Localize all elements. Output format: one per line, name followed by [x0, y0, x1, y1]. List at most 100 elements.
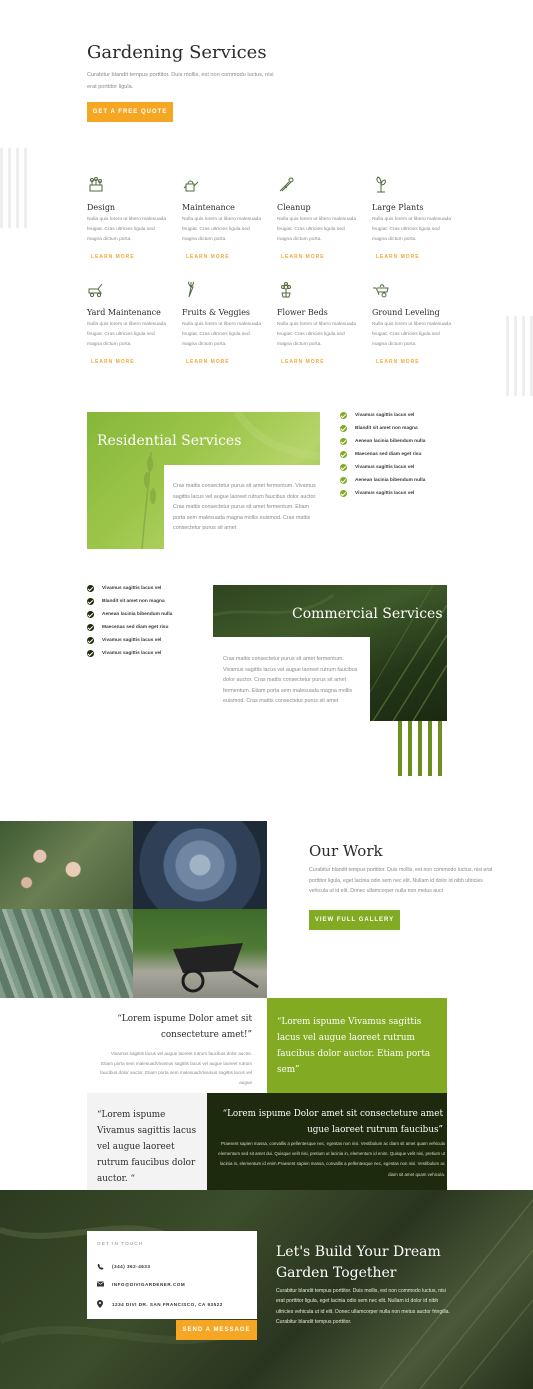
learn-more-link[interactable]: LEARN MORE — [186, 359, 230, 365]
service-title: Maintenance — [182, 203, 235, 212]
service-text: Nulla quis lorem ut libero malesuada feu… — [277, 217, 357, 242]
check-icon — [340, 451, 347, 458]
contact-email-row[interactable]: INFO@DIVIGARDENER.COM — [97, 1281, 185, 1287]
list-item: Vivamus sagittis lacus vel — [340, 487, 490, 500]
list-item: Vivamus sagittis lacus vel — [87, 647, 207, 660]
gallery-image-cactus[interactable] — [0, 909, 133, 998]
list-item: Maecenas sed diam eget risu — [87, 621, 207, 634]
list-item: Vivamus sagittis lacus vel — [87, 634, 207, 647]
residential-text: Cras mattis consectetur purus sit amet f… — [173, 483, 317, 531]
learn-more-link[interactable]: LEARN MORE — [281, 254, 325, 260]
check-icon — [340, 490, 347, 497]
carrot-icon — [188, 281, 194, 298]
map-pin-icon — [97, 1300, 103, 1308]
check-icon — [340, 412, 347, 419]
cta-background — [0, 1190, 533, 1389]
decorative-stripes-left — [0, 148, 30, 228]
testimonial-2: “Lorem ispume Vivamus sagittis lacus vel… — [267, 998, 447, 1093]
learn-more-link[interactable]: LEARN MORE — [376, 359, 420, 365]
learn-more-link[interactable]: LEARN MORE — [186, 254, 230, 260]
testimonial-3: “Lorem ispume Vivamus sagittis lacus vel… — [87, 1093, 207, 1190]
contact-phone-row[interactable]: (344) 362-4633 — [97, 1263, 150, 1270]
testimonial-4: “Lorem ispume Dolor amet sit consectetur… — [207, 1093, 447, 1190]
learn-more-link[interactable]: LEARN MORE — [91, 254, 135, 260]
gardening-tools-icon — [89, 177, 103, 192]
service-text: Nulla quis lorem ut libero malesuada feu… — [372, 322, 452, 347]
list-item: Aenean lacinia bibendum nulla — [340, 474, 490, 487]
service-title: Fruits & Veggies — [182, 308, 251, 317]
gallery-image-flowers[interactable] — [0, 821, 133, 909]
testimonial-quote: “Lorem ispume Dolor amet sit consectetur… — [117, 1014, 252, 1040]
service-text: Nulla quis lorem ut libero malesuada feu… — [87, 322, 167, 347]
residential-checklist: Vivamus sagittis lacus vel Blandit sit a… — [340, 409, 490, 500]
decorative-green-stripes — [398, 721, 446, 776]
commercial-text: Cras mattis consectetur purus sit amet f… — [223, 656, 358, 704]
check-icon — [87, 624, 94, 631]
testimonial-text: Vivamus sagittis lacus vel augue laoreet… — [100, 1051, 252, 1085]
learn-more-link[interactable]: LEARN MORE — [281, 359, 325, 365]
contact-email: INFO@DIVIGARDENER.COM — [112, 1281, 186, 1287]
residential-title: Residential Services — [97, 433, 242, 449]
list-item: Vivamus sagittis lacus vel — [340, 409, 490, 422]
check-icon — [87, 650, 94, 657]
service-title: Yard Maintenance — [87, 308, 161, 317]
service-title: Flower Beds — [277, 308, 328, 317]
testimonial-1: “Lorem ispume Dolor amet sit consectetur… — [100, 1011, 252, 1087]
phone-icon — [97, 1263, 104, 1270]
wheelbarrow-icon — [373, 284, 389, 298]
contact-address-row[interactable]: 1234 DIVI DR. SAN FRANCISCO, CA 93522 — [97, 1300, 223, 1308]
page-title: Gardening Services — [87, 42, 267, 63]
service-card-maintenance: Maintenance Nulla quis lorem ut libero m… — [182, 172, 267, 267]
our-work-text: Curabitur blandit tempus porttitor. Duis… — [309, 867, 493, 894]
gallery-image-wheelbarrow[interactable] — [133, 909, 267, 998]
check-icon — [340, 425, 347, 432]
cta-text: Curabitur blandit tempus porttitor. Duis… — [276, 1288, 450, 1325]
lawnmower-icon — [88, 283, 103, 298]
watering-can-icon — [183, 180, 199, 192]
check-icon — [87, 598, 94, 605]
gallery-image-succulent[interactable] — [133, 821, 267, 909]
decorative-stripes-right — [506, 316, 533, 396]
flower-icon — [281, 282, 291, 298]
contact-address: 1234 DIVI DR. SAN FRANCISCO, CA 93522 — [112, 1301, 223, 1307]
testimonial-quote: “Lorem ispume Vivamus sagittis lacus vel… — [97, 1110, 197, 1184]
testimonial-quote: “Lorem ispume Dolor amet sit consectetur… — [222, 1109, 443, 1135]
learn-more-link[interactable]: LEARN MORE — [376, 254, 420, 260]
list-item: Vivamus sagittis lacus vel — [87, 582, 207, 595]
list-item: Maecenas sed diam eget risu — [340, 448, 490, 461]
contact-phone: (344) 362-4633 — [112, 1264, 151, 1269]
service-text: Nulla quis lorem ut libero malesuada feu… — [277, 322, 357, 347]
our-work-title: Our Work — [309, 842, 383, 860]
view-gallery-button[interactable]: VIEW FULL GALLERY — [309, 910, 400, 930]
testimonial-quote: “Lorem ispume Vivamus sagittis lacus vel… — [277, 1017, 431, 1075]
list-item: Vivamus sagittis lacus vel — [340, 461, 490, 474]
service-text: Nulla quis lorem ut libero malesuada feu… — [182, 217, 262, 242]
list-item: Blandit sit amet non magna — [340, 422, 490, 435]
commercial-checklist: Vivamus sagittis lacus vel Blandit sit a… — [87, 582, 207, 660]
foliage-pattern-icon — [0, 1199, 533, 1389]
service-text: Nulla quis lorem ut libero malesuada feu… — [182, 322, 262, 347]
shears-icon — [279, 177, 294, 192]
check-icon — [340, 477, 347, 484]
wheelbarrow-photo-icon — [173, 935, 259, 993]
send-message-button[interactable]: SEND A MESSAGE — [176, 1320, 257, 1340]
list-item: Aenean lacinia bibendum nulla — [87, 608, 207, 621]
service-title: Cleanup — [277, 203, 311, 212]
contact-heading: GET IN TOUCH — [97, 1242, 144, 1247]
services-grid: Design Nulla quis lorem ut libero malesu… — [87, 172, 467, 377]
service-title: Large Plants — [372, 203, 424, 212]
service-card-ground-leveling: Ground Leveling Nulla quis lorem ut libe… — [372, 277, 457, 372]
check-icon — [87, 637, 94, 644]
service-title: Ground Leveling — [372, 308, 440, 317]
envelope-icon — [97, 1281, 104, 1287]
get-quote-button[interactable]: GET A FREE QUOTE — [87, 102, 173, 122]
commercial-title: Commercial Services — [292, 606, 443, 622]
check-icon — [340, 464, 347, 471]
service-text: Nulla quis lorem ut libero malesuada feu… — [372, 217, 452, 242]
contact-card: GET IN TOUCH (344) 362-4633 INFO@DIVIGAR… — [87, 1231, 257, 1319]
service-card-flower-beds: Flower Beds Nulla quis lorem ut libero m… — [277, 277, 362, 372]
service-text: Nulla quis lorem ut libero malesuada feu… — [87, 217, 167, 242]
service-card-yard-maintenance: Yard Maintenance Nulla quis lorem ut lib… — [87, 277, 172, 372]
check-icon — [87, 585, 94, 592]
learn-more-link[interactable]: LEARN MORE — [91, 359, 135, 365]
